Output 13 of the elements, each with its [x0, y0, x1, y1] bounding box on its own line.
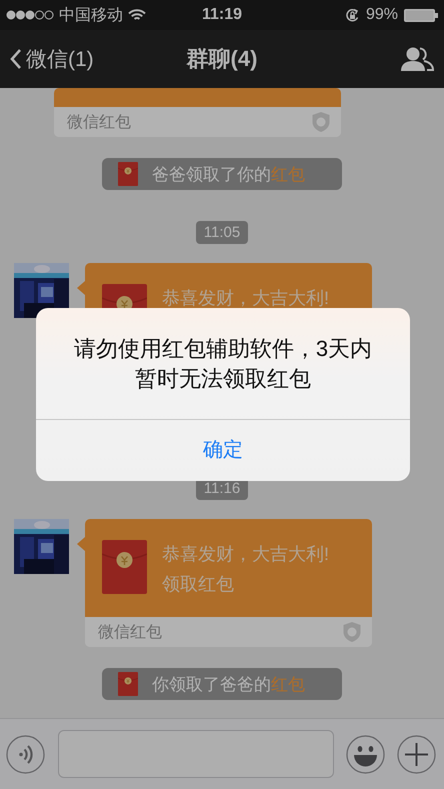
clock-time: 11:19	[202, 6, 242, 24]
carrier-name: 中国移动	[59, 6, 123, 26]
open-packet-label: 领取红包	[162, 573, 235, 595]
notice-text: 爸爸领取了你的	[152, 164, 271, 186]
chat-title: 群聊(4)	[186, 45, 258, 73]
timestamp: 11:05	[196, 221, 248, 244]
notice-text: 你领取了爸爸的	[152, 674, 271, 696]
card-footer-label: 微信红包	[98, 622, 162, 642]
card-footer-label: 微信红包	[67, 112, 131, 132]
greeting-text: 恭喜发财，大吉大利!	[162, 543, 330, 565]
alert-message: 请勿使用红包辅助软件，3天内暂时无法领取红包	[72, 334, 374, 392]
greeting-text: 恭喜发财，大吉大利!	[162, 287, 330, 309]
battery-percent: 99%	[366, 6, 398, 24]
